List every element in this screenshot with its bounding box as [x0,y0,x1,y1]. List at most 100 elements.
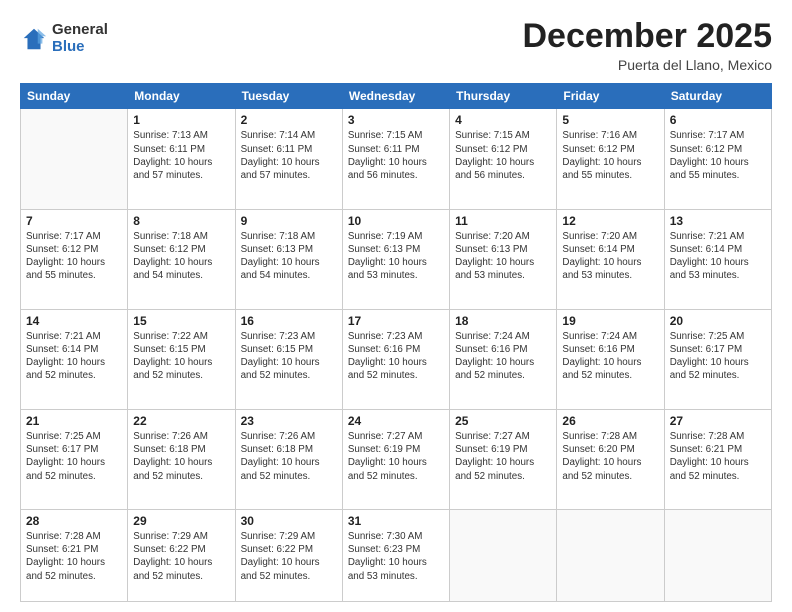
day-cell: 23 Sunrise: 7:26 AM Sunset: 6:18 PM Dayli… [235,409,342,509]
location: Puerta del Llano, Mexico [522,57,772,73]
day-number: 21 [26,414,122,428]
day-info: Sunrise: 7:27 AM Sunset: 6:19 PM Dayligh… [348,430,444,483]
day-info: Sunrise: 7:15 AM Sunset: 6:12 PM Dayligh… [455,129,551,182]
day-cell: 11 Sunrise: 7:20 AM Sunset: 6:13 PM Dayli… [450,209,557,309]
day-info: Sunrise: 7:16 AM Sunset: 6:12 PM Dayligh… [562,129,658,182]
day-cell: 14 Sunrise: 7:21 AM Sunset: 6:14 PM Dayli… [21,309,128,409]
day-info: Sunrise: 7:21 AM Sunset: 6:14 PM Dayligh… [26,330,122,383]
header: General Blue December 2025 Puerta del Ll… [20,18,772,73]
day-info: Sunrise: 7:24 AM Sunset: 6:16 PM Dayligh… [562,330,658,383]
day-info: Sunrise: 7:19 AM Sunset: 6:13 PM Dayligh… [348,230,444,283]
day-number: 22 [133,414,229,428]
day-number: 23 [241,414,337,428]
logo: General Blue [20,22,108,55]
day-cell: 13Sunrise: 7:21 AM Sunset: 6:14 PM Dayli… [664,209,771,309]
day-info: Sunrise: 7:28 AM Sunset: 6:21 PM Dayligh… [26,530,122,583]
day-info: Sunrise: 7:29 AM Sunset: 6:22 PM Dayligh… [133,530,229,583]
day-number: 13 [670,214,766,228]
day-info: Sunrise: 7:29 AM Sunset: 6:22 PM Dayligh… [241,530,337,583]
day-cell: 3 Sunrise: 7:15 AM Sunset: 6:11 PM Daylig… [342,109,449,209]
day-cell: 28Sunrise: 7:28 AM Sunset: 6:21 PM Dayli… [21,510,128,602]
title-area: December 2025 Puerta del Llano, Mexico [522,18,772,73]
calendar: SundayMondayTuesdayWednesdayThursdayFrid… [20,83,772,602]
day-cell [664,510,771,602]
day-cell: 17 Sunrise: 7:23 AM Sunset: 6:16 PM Dayli… [342,309,449,409]
month-title: December 2025 [522,18,772,55]
day-cell: 5Sunrise: 7:16 AM Sunset: 6:12 PM Daylig… [557,109,664,209]
logo-blue: Blue [52,39,108,56]
weekday-tuesday: Tuesday [235,84,342,109]
day-number: 25 [455,414,551,428]
weekday-saturday: Saturday [664,84,771,109]
logo-icon [20,25,48,53]
logo-general: General [52,22,108,39]
day-cell: 4Sunrise: 7:15 AM Sunset: 6:12 PM Daylig… [450,109,557,209]
day-cell [450,510,557,602]
day-number: 26 [562,414,658,428]
day-info: Sunrise: 7:23 AM Sunset: 6:16 PM Dayligh… [348,330,444,383]
day-number: 10 [348,214,444,228]
day-number: 15 [133,314,229,328]
day-number: 3 [348,113,444,127]
day-info: Sunrise: 7:18 AM Sunset: 6:12 PM Dayligh… [133,230,229,283]
weekday-monday: Monday [128,84,235,109]
day-number: 7 [26,214,122,228]
day-number: 31 [348,514,444,528]
day-info: Sunrise: 7:28 AM Sunset: 6:20 PM Dayligh… [562,430,658,483]
day-cell: 31 Sunrise: 7:30 AM Sunset: 6:23 PM Dayli… [342,510,449,602]
week-row-3: 14 Sunrise: 7:21 AM Sunset: 6:14 PM Dayli… [21,309,772,409]
day-info: Sunrise: 7:30 AM Sunset: 6:23 PM Dayligh… [348,530,444,583]
day-number: 11 [455,214,551,228]
day-number: 8 [133,214,229,228]
day-cell: 19 Sunrise: 7:24 AM Sunset: 6:16 PM Dayli… [557,309,664,409]
weekday-friday: Friday [557,84,664,109]
weekday-wednesday: Wednesday [342,84,449,109]
day-number: 30 [241,514,337,528]
day-cell: 20Sunrise: 7:25 AM Sunset: 6:17 PM Dayli… [664,309,771,409]
day-cell: 18Sunrise: 7:24 AM Sunset: 6:16 PM Dayli… [450,309,557,409]
logo-text: General Blue [52,22,108,55]
day-cell: 30 Sunrise: 7:29 AM Sunset: 6:22 PM Dayli… [235,510,342,602]
day-number: 19 [562,314,658,328]
week-row-5: 28Sunrise: 7:28 AM Sunset: 6:21 PM Dayli… [21,510,772,602]
weekday-header-row: SundayMondayTuesdayWednesdayThursdayFrid… [21,84,772,109]
day-number: 16 [241,314,337,328]
day-cell [557,510,664,602]
day-cell: 10 Sunrise: 7:19 AM Sunset: 6:13 PM Dayli… [342,209,449,309]
day-number: 6 [670,113,766,127]
day-cell: 15Sunrise: 7:22 AM Sunset: 6:15 PM Dayli… [128,309,235,409]
day-info: Sunrise: 7:15 AM Sunset: 6:11 PM Dayligh… [348,129,444,182]
day-info: Sunrise: 7:27 AM Sunset: 6:19 PM Dayligh… [455,430,551,483]
day-cell: 6Sunrise: 7:17 AM Sunset: 6:12 PM Daylig… [664,109,771,209]
week-row-4: 21 Sunrise: 7:25 AM Sunset: 6:17 PM Dayli… [21,409,772,509]
day-number: 17 [348,314,444,328]
day-info: Sunrise: 7:20 AM Sunset: 6:13 PM Dayligh… [455,230,551,283]
day-number: 27 [670,414,766,428]
day-cell: 29Sunrise: 7:29 AM Sunset: 6:22 PM Dayli… [128,510,235,602]
weekday-thursday: Thursday [450,84,557,109]
weekday-sunday: Sunday [21,84,128,109]
day-info: Sunrise: 7:18 AM Sunset: 6:13 PM Dayligh… [241,230,337,283]
day-number: 9 [241,214,337,228]
day-cell: 22 Sunrise: 7:26 AM Sunset: 6:18 PM Dayli… [128,409,235,509]
day-cell: 25 Sunrise: 7:27 AM Sunset: 6:19 PM Dayli… [450,409,557,509]
day-cell [21,109,128,209]
day-number: 1 [133,113,229,127]
day-info: Sunrise: 7:28 AM Sunset: 6:21 PM Dayligh… [670,430,766,483]
week-row-2: 7 Sunrise: 7:17 AM Sunset: 6:12 PM Daylig… [21,209,772,309]
page: General Blue December 2025 Puerta del Ll… [0,0,792,612]
day-info: Sunrise: 7:17 AM Sunset: 6:12 PM Dayligh… [26,230,122,283]
day-number: 14 [26,314,122,328]
day-info: Sunrise: 7:26 AM Sunset: 6:18 PM Dayligh… [133,430,229,483]
day-info: Sunrise: 7:25 AM Sunset: 6:17 PM Dayligh… [26,430,122,483]
day-info: Sunrise: 7:26 AM Sunset: 6:18 PM Dayligh… [241,430,337,483]
day-cell: 8 Sunrise: 7:18 AM Sunset: 6:12 PM Daylig… [128,209,235,309]
day-info: Sunrise: 7:25 AM Sunset: 6:17 PM Dayligh… [670,330,766,383]
day-info: Sunrise: 7:13 AM Sunset: 6:11 PM Dayligh… [133,129,229,182]
day-cell: 12Sunrise: 7:20 AM Sunset: 6:14 PM Dayli… [557,209,664,309]
day-cell: 24 Sunrise: 7:27 AM Sunset: 6:19 PM Dayli… [342,409,449,509]
day-info: Sunrise: 7:20 AM Sunset: 6:14 PM Dayligh… [562,230,658,283]
day-number: 24 [348,414,444,428]
day-cell: 26 Sunrise: 7:28 AM Sunset: 6:20 PM Dayli… [557,409,664,509]
day-cell: 7 Sunrise: 7:17 AM Sunset: 6:12 PM Daylig… [21,209,128,309]
